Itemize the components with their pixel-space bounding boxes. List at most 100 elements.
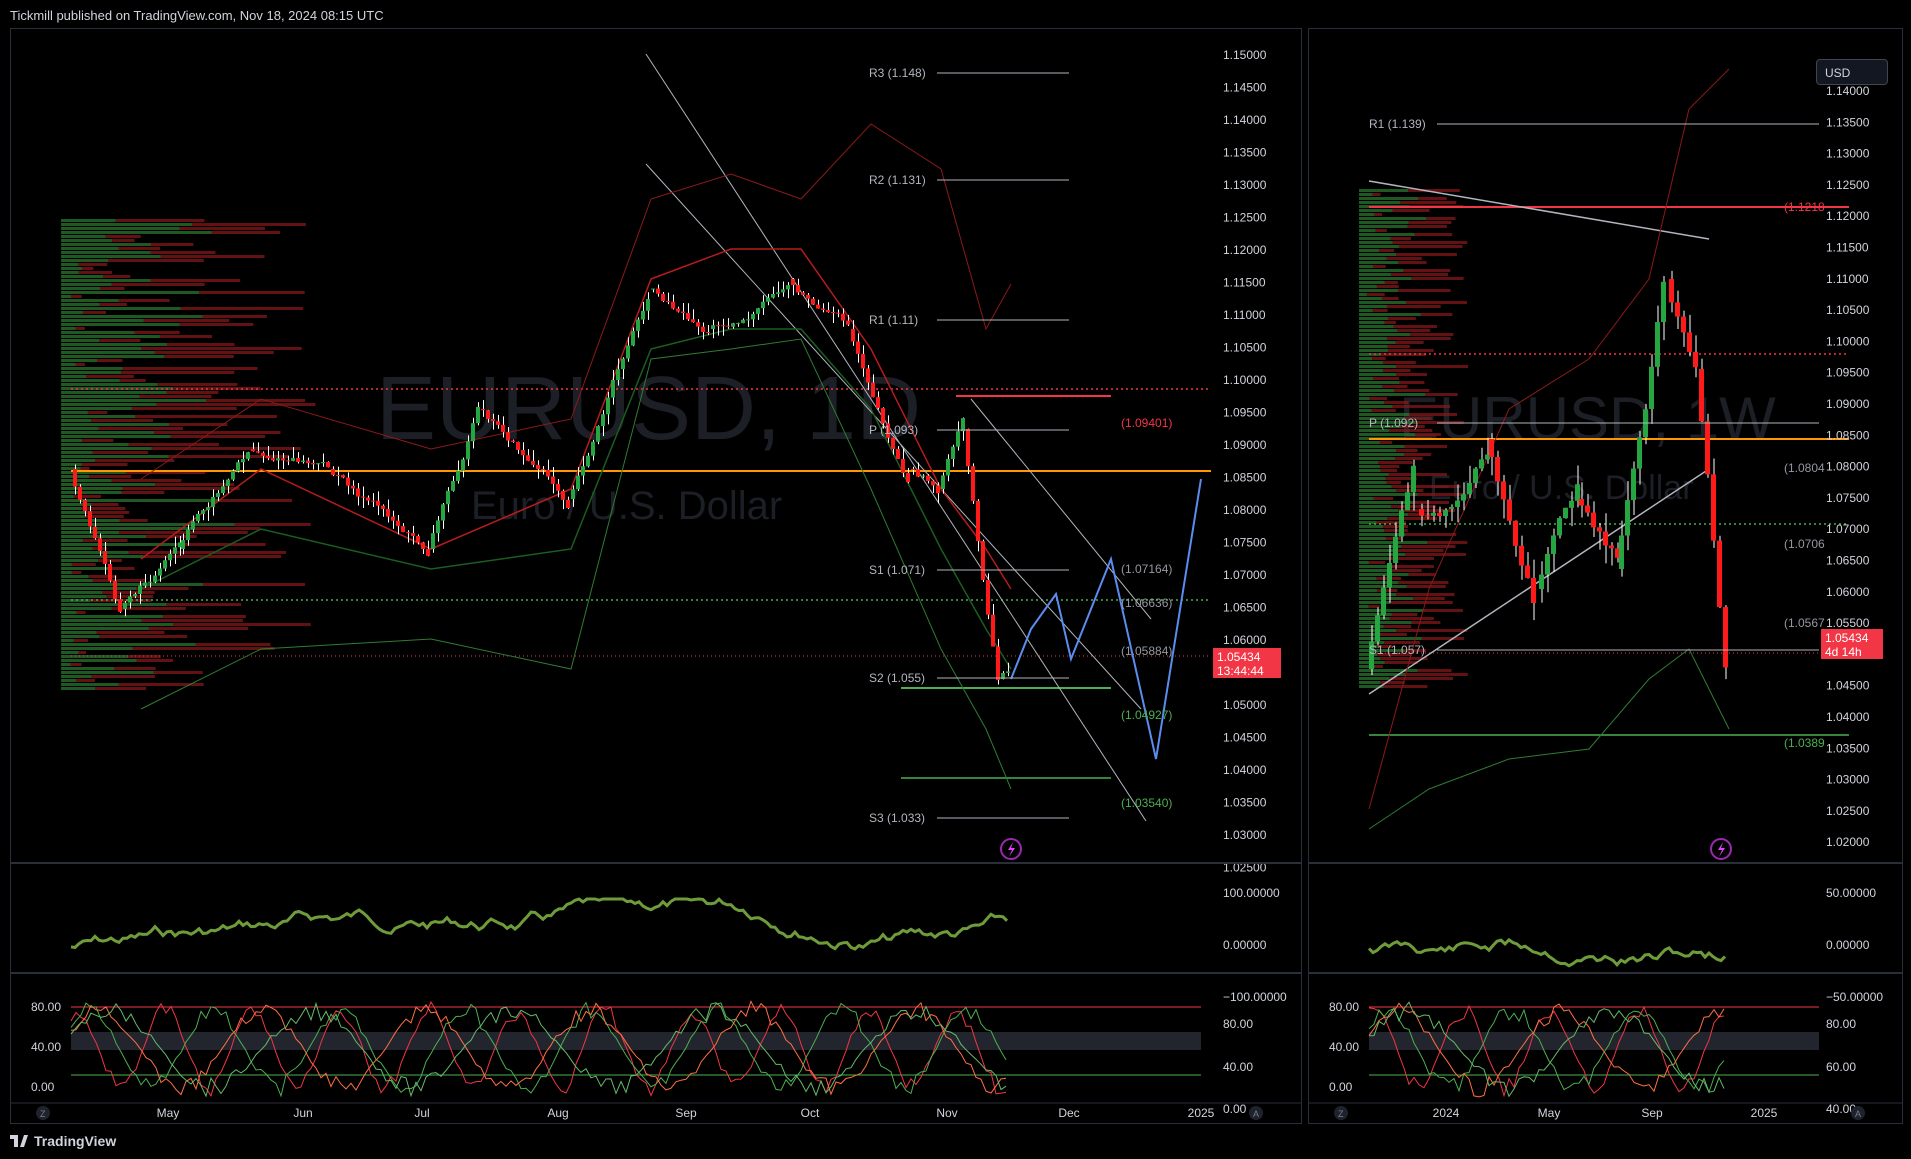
profile-bar-up [61, 435, 171, 438]
profile-bar-up [1359, 577, 1377, 580]
level-label: (1.1218 [1784, 200, 1825, 214]
profile-bar-down [88, 475, 132, 478]
profile-bar-up [61, 563, 72, 566]
profile-bar-down [119, 531, 248, 534]
level-label: (1.04927) [1121, 708, 1172, 722]
price-label: 1.13500 [1826, 115, 1870, 129]
candle-body [1649, 366, 1654, 409]
candle-body [961, 418, 965, 432]
left-chart-canvas[interactable]: EURUSD, 1D Euro / U.S. Dollar R3 (1.148)… [11, 29, 1301, 1123]
profile-bar-down [1373, 497, 1394, 500]
profile-bar-down [118, 247, 161, 250]
candle-body [158, 568, 162, 576]
profile-bar-down [192, 223, 306, 226]
candle-body [481, 409, 485, 411]
price-label: 1.07500 [1223, 536, 1267, 550]
profile-bar-up [61, 595, 107, 598]
profile-bar-down [75, 327, 85, 330]
profile-bar-down [1398, 261, 1427, 264]
profile-bar-up [61, 251, 151, 254]
profile-bar-up [1359, 337, 1388, 340]
profile-bar-up [61, 279, 151, 282]
candle-body [896, 449, 900, 459]
candle-body [806, 294, 810, 299]
osc2-left-label: 40.00 [1329, 1040, 1359, 1054]
profile-bar-down [1384, 321, 1396, 324]
pivot-label: S1 (1.057) [1369, 643, 1425, 657]
profile-bar-down [1372, 309, 1388, 312]
candle-body [1687, 332, 1692, 352]
time-axis[interactable]: 2024 May Sep 2025 [1433, 1106, 1778, 1120]
right-chart-canvas[interactable]: EURUSD, 1W Euro / U.S. Dollar R1 (1.139)… [1309, 29, 1902, 1123]
profile-bar-down [91, 503, 119, 506]
publish-info: Tickmill published on TradingView.com, N… [10, 8, 384, 23]
profile-bar-up [1359, 189, 1409, 192]
candle-body [326, 462, 330, 468]
candle-body [746, 319, 750, 321]
profile-bar-down [143, 319, 230, 322]
left-chart-panel[interactable]: EURUSD, 1D Euro / U.S. Dollar R3 (1.148)… [10, 28, 1302, 1124]
candle-body [271, 458, 275, 461]
profile-bar-up [61, 571, 72, 574]
osc2-line [1368, 1008, 1725, 1094]
candle-body [666, 301, 670, 303]
candle-body [1619, 535, 1624, 569]
price-axis[interactable]: 1.15000 1.14500 1.14000 1.13500 1.13000 1.125… [1223, 48, 1267, 875]
profile-bar-up [1359, 497, 1374, 500]
profile-bar-down [85, 511, 130, 514]
profile-bar-down [150, 279, 241, 282]
candle-body [221, 486, 225, 494]
time-label: 2025 [1188, 1106, 1215, 1120]
candle-body [976, 500, 980, 542]
profile-bar-down [1396, 449, 1418, 452]
level-label: (1.0389 [1784, 736, 1825, 750]
profile-bar-down [1403, 453, 1432, 456]
candle-body [946, 458, 950, 476]
candle-body [596, 426, 600, 442]
candle-body [576, 475, 580, 490]
profile-bar-up [1359, 393, 1426, 396]
profile-bar-up [1359, 329, 1398, 332]
profile-bar-up [1359, 277, 1412, 280]
profile-bar-down [1379, 441, 1393, 444]
price-label: 1.05500 [1826, 616, 1870, 630]
candle-body [656, 288, 660, 294]
candle-body [786, 285, 790, 290]
profile-bar-down [1398, 581, 1449, 584]
candle-body [1681, 316, 1686, 333]
profile-bar-up [61, 511, 86, 514]
currency-button[interactable]: USD [1816, 59, 1888, 85]
profile-bar-up [61, 575, 89, 578]
time-axis[interactable]: May Jun Jul Aug Sep Oct Nov Dec 2025 [157, 1106, 1215, 1120]
candle-body [551, 476, 555, 484]
profile-bar-up [1359, 605, 1369, 608]
profile-bar-down [1386, 257, 1422, 260]
candle-body [436, 520, 440, 534]
last-price: 1.05434 [1825, 631, 1869, 645]
level-label: (1.05884) [1121, 644, 1172, 658]
candle-body [741, 319, 745, 324]
pivot-label: P (1.092) [1369, 416, 1418, 430]
profile-bar-up [1359, 317, 1388, 320]
profile-bar-up [1359, 609, 1424, 612]
profile-bar-up [1359, 549, 1395, 552]
profile-bar-up [61, 383, 158, 386]
profile-bar-up [1359, 313, 1421, 316]
profile-bar-down [1390, 237, 1411, 240]
osc1-line [70, 897, 1009, 951]
right-chart-panel[interactable]: EURUSD, 1W Euro / U.S. Dollar R1 (1.139)… [1308, 28, 1903, 1124]
profile-bar-up [1359, 537, 1386, 540]
price-label: 1.11000 [1826, 272, 1869, 286]
profile-bar-up [1359, 389, 1395, 392]
profile-bar-down [166, 391, 219, 394]
tradingview-logo[interactable]: TradingView [10, 1133, 116, 1149]
profile-bar-down [1417, 669, 1452, 672]
candle-body [386, 508, 390, 517]
candle-body [561, 490, 565, 500]
price-label: 1.08000 [1223, 503, 1267, 517]
profile-bar-down [100, 287, 125, 290]
osc2-label: 0.00 [1223, 1102, 1247, 1116]
profile-bar-up [1359, 365, 1396, 368]
profile-bar-up [1359, 265, 1374, 268]
candle-body [163, 560, 167, 569]
